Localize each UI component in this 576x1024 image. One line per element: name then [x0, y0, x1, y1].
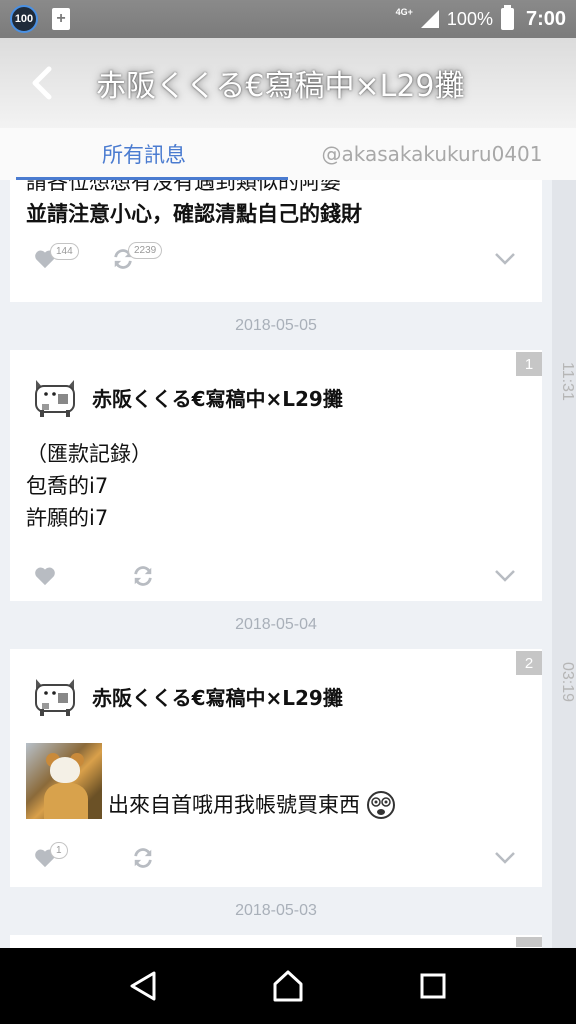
battery-percentage: 100% — [446, 8, 493, 29]
chevron-down-icon — [495, 852, 515, 864]
post-actions — [34, 561, 516, 591]
page-title: 赤阪くくる€寫稿中×L29攤 — [96, 69, 465, 104]
cat-avatar-icon — [35, 679, 75, 716]
retweet-icon — [134, 848, 152, 868]
post-text-line: 包喬的i7 — [26, 474, 109, 498]
heart-icon — [35, 567, 55, 586]
post-body: （匯款記錄） 包喬的i7 許願的i7 — [26, 438, 152, 534]
chevron-down-icon — [495, 253, 515, 265]
notification-badge: 100 — [10, 5, 38, 33]
retweet-icon — [134, 566, 152, 586]
plus-notification-icon: + — [52, 8, 70, 30]
post-text-line: 出來自首哦用我帳號買東西 — [108, 793, 360, 817]
thumb-face — [50, 757, 80, 783]
post-menu-button[interactable] — [494, 851, 516, 865]
back-icon — [32, 66, 52, 100]
rail-time-1: 11:31 — [559, 362, 576, 401]
retweet-button[interactable] — [132, 565, 154, 587]
author-name[interactable]: 赤阪くくる€寫稿中×L29攤 — [92, 383, 343, 412]
like-button[interactable] — [34, 566, 56, 586]
post-menu-button[interactable] — [494, 252, 516, 266]
retweet-count: 2239 — [128, 242, 163, 259]
post-author: 赤阪くくる€寫稿中×L29攤 — [32, 376, 343, 418]
post-card[interactable]: 2 赤阪くくる€寫稿中×L29攤 出來自首哦用我帳號買東西 1 — [10, 649, 542, 887]
post-body: 出來自首哦用我帳號買東西 — [108, 789, 396, 821]
post-card[interactable]: 請各位想想有沒有遇到類似的阿婆 並請注意小心，確認清點自己的錢財 144 223… — [10, 180, 542, 302]
post-card[interactable] — [10, 935, 542, 948]
date-separator: 2018-05-03 — [235, 902, 317, 919]
rail-time-2: 03:19 — [559, 662, 576, 703]
post-index-badge: 2 — [516, 651, 542, 675]
battery-icon — [500, 5, 514, 30]
post-author: 赤阪くくる€寫稿中×L29攤 — [32, 675, 343, 717]
cat-avatar-icon — [35, 380, 75, 417]
back-button[interactable] — [14, 53, 70, 113]
timeline[interactable]: 11:31 03:19 請各位想想有沒有遇到類似的阿婆 並請注意小心，確認清點自… — [0, 180, 576, 948]
post-index-badge — [516, 937, 542, 947]
status-clock: 7:00 — [525, 7, 566, 30]
like-button[interactable]: 144 — [34, 243, 79, 269]
nav-recents-button[interactable] — [403, 956, 463, 1016]
nav-back-icon — [130, 971, 156, 1001]
like-count: 1 — [50, 842, 68, 859]
status-bar: 100 + 4G+ 100% 7:00 — [0, 0, 576, 38]
thumb-body — [44, 783, 88, 819]
post-text-line: 許願的i7 — [26, 506, 109, 530]
post-menu-button[interactable] — [494, 569, 516, 583]
signal-icon — [420, 10, 439, 28]
post-text-line: 並請注意小心，確認清點自己的錢財 — [26, 202, 362, 226]
tab-user-handle[interactable]: @akasakakukuru0401 — [288, 128, 576, 180]
app-header: 赤阪くくる€寫稿中×L29攤 — [0, 38, 576, 128]
tab-bar: 所有訊息 @akasakakukuru0401 — [0, 128, 576, 180]
post-actions: 1 — [34, 842, 516, 873]
post-image-thumbnail[interactable] — [26, 743, 102, 819]
surprised-face-emoji-icon — [367, 791, 395, 819]
author-name[interactable]: 赤阪くくる€寫稿中×L29攤 — [92, 682, 343, 711]
like-button[interactable]: 1 — [34, 842, 68, 868]
date-separator: 2018-05-05 — [235, 317, 317, 334]
retweet-button[interactable]: 2239 — [112, 242, 163, 270]
post-index-badge: 1 — [516, 352, 542, 376]
timeline-rail — [552, 180, 576, 948]
tab-all-messages[interactable]: 所有訊息 — [0, 128, 288, 180]
post-actions: 144 2239 — [34, 242, 516, 274]
retweet-button[interactable] — [132, 847, 154, 869]
post-card[interactable]: 1 赤阪くくる€寫稿中×L29攤 （匯款記錄） 包喬的i7 許願的i7 — [10, 350, 542, 601]
post-text-line: （匯款記錄） — [26, 442, 152, 466]
like-count: 144 — [50, 243, 79, 260]
system-nav-bar — [0, 948, 576, 1024]
network-type: 4G+ — [395, 7, 413, 17]
nav-back-button[interactable] — [113, 956, 173, 1016]
nav-home-icon — [273, 970, 303, 1002]
date-separator: 2018-05-04 — [235, 616, 317, 633]
nav-recents-icon — [420, 973, 446, 999]
chevron-down-icon — [495, 570, 515, 582]
post-text-line: 請各位想想有沒有遇到類似的阿婆 — [26, 180, 341, 194]
nav-home-button[interactable] — [258, 956, 318, 1016]
